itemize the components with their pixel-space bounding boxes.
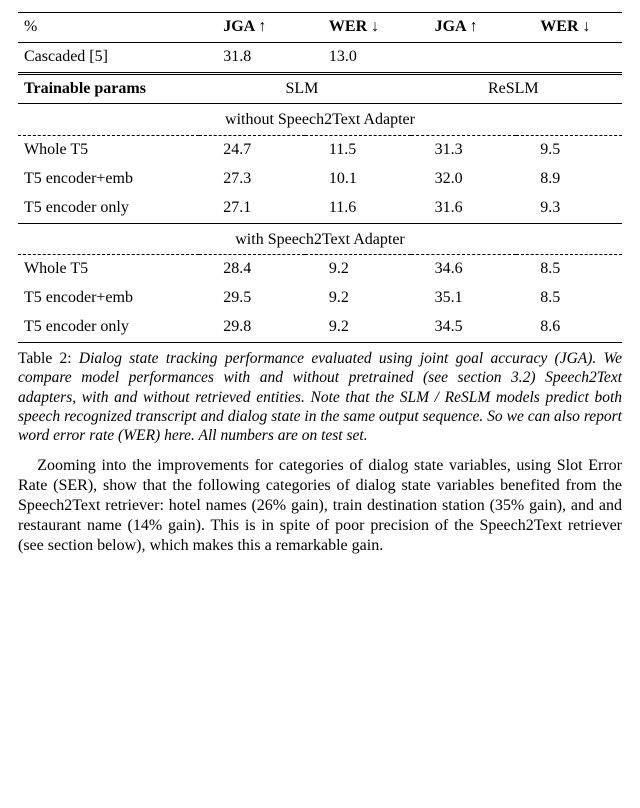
col-wer-1: WER ↓ xyxy=(305,13,411,43)
table-row: Whole T5 24.7 11.5 31.3 9.5 xyxy=(18,136,622,165)
table-row: T5 encoder only 29.8 9.2 34.5 8.6 xyxy=(18,313,622,342)
table-caption: Table 2: Dialog state tracking performan… xyxy=(18,349,622,446)
cell: 9.2 xyxy=(305,313,411,342)
section-2-title-row: with Speech2Text Adapter xyxy=(18,223,622,255)
col-jga-1: JGA ↑ xyxy=(199,13,305,43)
cell: 9.2 xyxy=(305,255,411,284)
section-1-title: without Speech2Text Adapter xyxy=(18,104,622,136)
col-percent: % xyxy=(18,13,199,43)
table-row: T5 encoder+emb 27.3 10.1 32.0 8.9 xyxy=(18,165,622,194)
baseline-label: Cascaded [5] xyxy=(18,42,199,73)
cell: 9.2 xyxy=(305,284,411,313)
header-row-groups: Trainable params SLM ReSLM xyxy=(18,73,622,104)
cell: 31.3 xyxy=(411,136,517,165)
cell: 9.5 xyxy=(516,136,622,165)
row-label: Whole T5 xyxy=(18,136,199,165)
results-table: % JGA ↑ WER ↓ JGA ↑ WER ↓ Cascaded [5] 3… xyxy=(18,12,622,343)
cell: 32.0 xyxy=(411,165,517,194)
col-jga-2: JGA ↑ xyxy=(411,13,517,43)
cell: 10.1 xyxy=(305,165,411,194)
cell: 35.1 xyxy=(411,284,517,313)
baseline-jga: 31.8 xyxy=(199,42,305,73)
section-2-title: with Speech2Text Adapter xyxy=(18,223,622,255)
section-1-title-row: without Speech2Text Adapter xyxy=(18,104,622,136)
baseline-empty-1 xyxy=(411,42,517,73)
cell: 29.8 xyxy=(199,313,305,342)
cell: 28.4 xyxy=(199,255,305,284)
cell: 24.7 xyxy=(199,136,305,165)
baseline-wer: 13.0 xyxy=(305,42,411,73)
caption-label: Table 2: xyxy=(18,350,72,367)
cell: 11.6 xyxy=(305,194,411,223)
col-wer-2: WER ↓ xyxy=(516,13,622,43)
cell: 31.6 xyxy=(411,194,517,223)
row-label: T5 encoder+emb xyxy=(18,165,199,194)
cell: 29.5 xyxy=(199,284,305,313)
group-reslm: ReSLM xyxy=(411,73,622,104)
row-label: Whole T5 xyxy=(18,255,199,284)
cell: 8.5 xyxy=(516,284,622,313)
body-paragraph: Zooming into the improvements for catego… xyxy=(18,456,622,556)
table-row: Whole T5 28.4 9.2 34.6 8.5 xyxy=(18,255,622,284)
row-label: T5 encoder only xyxy=(18,194,199,223)
baseline-row: Cascaded [5] 31.8 13.0 xyxy=(18,42,622,73)
header-row-metrics: % JGA ↑ WER ↓ JGA ↑ WER ↓ xyxy=(18,13,622,43)
table-row: T5 encoder+emb 29.5 9.2 35.1 8.5 xyxy=(18,284,622,313)
cell: 27.1 xyxy=(199,194,305,223)
row-label: T5 encoder only xyxy=(18,313,199,342)
cell: 8.9 xyxy=(516,165,622,194)
group-slm: SLM xyxy=(199,73,410,104)
row-label: T5 encoder+emb xyxy=(18,284,199,313)
caption-text: Dialog state tracking performance evalua… xyxy=(18,350,622,445)
cell: 8.5 xyxy=(516,255,622,284)
baseline-empty-2 xyxy=(516,42,622,73)
cell: 27.3 xyxy=(199,165,305,194)
cell: 11.5 xyxy=(305,136,411,165)
table-row: T5 encoder only 27.1 11.6 31.6 9.3 xyxy=(18,194,622,223)
trainable-params-label: Trainable params xyxy=(18,73,199,104)
cell: 34.6 xyxy=(411,255,517,284)
cell: 8.6 xyxy=(516,313,622,342)
cell: 9.3 xyxy=(516,194,622,223)
cell: 34.5 xyxy=(411,313,517,342)
